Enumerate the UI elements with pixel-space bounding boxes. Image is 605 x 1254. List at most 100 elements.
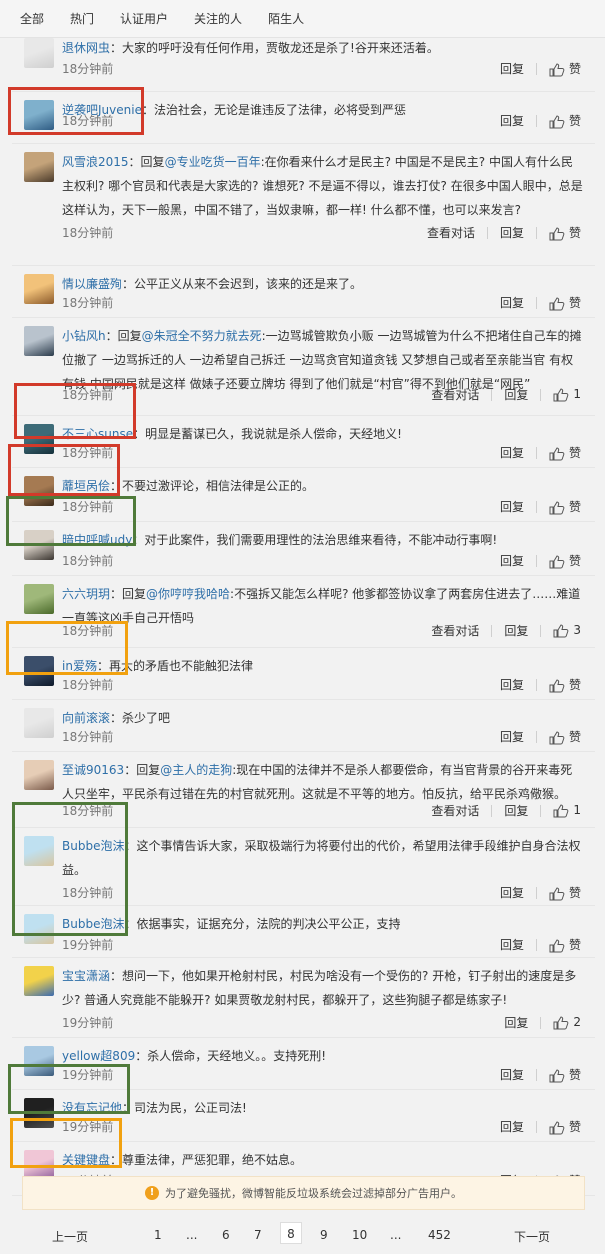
reply-button[interactable]: 回复	[500, 552, 524, 569]
comment-author[interactable]: 向前滚滚	[62, 711, 110, 725]
like-button[interactable]: 赞	[549, 936, 581, 953]
like-button[interactable]: 赞	[549, 552, 581, 569]
comment-author[interactable]: yellow超809	[62, 1049, 135, 1063]
like-button[interactable]: 赞	[549, 60, 581, 77]
divider	[535, 1068, 537, 1081]
tab-hot[interactable]: 热门	[70, 10, 94, 27]
comment-author[interactable]: 小钻风h	[62, 329, 106, 343]
like-button[interactable]: 1	[553, 387, 581, 402]
like-button[interactable]: 1	[553, 803, 581, 818]
mention-link[interactable]: @专业吃货一百年	[165, 155, 261, 169]
like-button[interactable]: 赞	[549, 728, 581, 745]
tab-strangers[interactable]: 陌生人	[268, 10, 304, 27]
avatar[interactable]	[24, 100, 54, 130]
tab-all[interactable]: 全部	[20, 10, 44, 27]
page-link[interactable]: 1	[154, 1228, 162, 1242]
comment-author[interactable]: 蘼垣呙侩	[62, 479, 110, 493]
comment-author[interactable]: 风雪浪2015	[62, 155, 129, 169]
comment-text: ：对于此案件，我们需要用理性的法治思维来看待，不能冲动行事啊!	[132, 533, 498, 547]
reply-button[interactable]: 回复	[500, 60, 524, 77]
avatar[interactable]	[24, 476, 54, 506]
avatar[interactable]	[24, 836, 54, 866]
page-link[interactable]: 452	[428, 1228, 451, 1242]
comment-author[interactable]: 不三心sunse	[62, 427, 133, 441]
comment-author[interactable]: 宝宝潇涵	[62, 969, 110, 983]
avatar[interactable]	[24, 274, 54, 304]
comment-author[interactable]: Bubbe泡沫	[62, 917, 124, 931]
like-count: 赞	[568, 938, 581, 952]
divider	[535, 1120, 537, 1133]
like-button[interactable]: 赞	[549, 676, 581, 693]
view-conversation-button[interactable]: 查看对话	[431, 622, 479, 639]
page-link[interactable]: 7	[254, 1228, 262, 1242]
comment-author[interactable]: 关键键盘	[62, 1153, 110, 1167]
like-button[interactable]: 3	[553, 623, 581, 638]
comment-author[interactable]: 暗中呼喊udy	[62, 533, 132, 547]
mention-link[interactable]: @朱冠全不努力就去死	[142, 329, 262, 343]
avatar[interactable]	[24, 966, 54, 996]
mention-link[interactable]: @主人的走狗	[160, 763, 232, 777]
comment-author[interactable]: 六六玥玥	[62, 587, 110, 601]
comment-time: 18分钟前	[62, 114, 114, 128]
like-button[interactable]: 赞	[549, 112, 581, 129]
like-button[interactable]: 2	[553, 1015, 581, 1030]
reply-button[interactable]: 回复	[504, 622, 528, 639]
avatar[interactable]	[24, 656, 54, 686]
comment-author[interactable]: Bubbe泡沫	[62, 839, 124, 853]
prev-page-button[interactable]: 上一页	[52, 1228, 88, 1245]
thumbs-up-icon	[549, 678, 565, 692]
reply-button[interactable]: 回复	[500, 444, 524, 461]
page-link[interactable]: 6	[222, 1228, 230, 1242]
reply-button[interactable]: 回复	[500, 112, 524, 129]
reply-button[interactable]: 回复	[500, 1066, 524, 1083]
reply-button[interactable]: 回复	[500, 676, 524, 693]
next-page-button[interactable]: 下一页	[514, 1228, 550, 1245]
comment-time: 18分钟前	[62, 554, 114, 568]
reply-button[interactable]: 回复	[504, 386, 528, 403]
reply-button[interactable]: 回复	[500, 884, 524, 901]
comment-author[interactable]: in爱殇	[62, 659, 97, 673]
view-conversation-button[interactable]: 查看对话	[431, 386, 479, 403]
avatar[interactable]	[24, 152, 54, 182]
divider	[540, 804, 542, 817]
reply-button[interactable]: 回复	[500, 294, 524, 311]
like-button[interactable]: 赞	[549, 1066, 581, 1083]
comment-author[interactable]: 没有忘记他	[62, 1101, 122, 1115]
like-button[interactable]: 赞	[549, 294, 581, 311]
reply-button[interactable]: 回复	[504, 802, 528, 819]
like-button[interactable]: 赞	[549, 1118, 581, 1135]
avatar[interactable]	[24, 584, 54, 614]
tab-verified[interactable]: 认证用户	[120, 10, 168, 27]
view-conversation-button[interactable]: 查看对话	[431, 802, 479, 819]
like-button[interactable]: 赞	[549, 224, 581, 241]
avatar[interactable]	[24, 708, 54, 738]
comment-text: ：明显是蓄谋已久，我说就是杀人偿命，天经地义!	[133, 427, 402, 441]
page-link[interactable]: 10	[352, 1228, 367, 1242]
avatar[interactable]	[24, 424, 54, 454]
comment-author[interactable]: 至诚90163	[62, 763, 124, 777]
avatar[interactable]	[24, 1098, 54, 1128]
avatar[interactable]	[24, 1046, 54, 1076]
mention-link[interactable]: @你哼哼我哈哈	[146, 587, 230, 601]
page-link[interactable]: 9	[320, 1228, 328, 1242]
reply-button[interactable]: 回复	[500, 728, 524, 745]
reply-button[interactable]: 回复	[500, 936, 524, 953]
like-button[interactable]: 赞	[549, 498, 581, 515]
like-button[interactable]: 赞	[549, 884, 581, 901]
reply-button[interactable]: 回复	[500, 224, 524, 241]
avatar[interactable]	[24, 914, 54, 944]
reply-button[interactable]: 回复	[500, 498, 524, 515]
reply-button[interactable]: 回复	[500, 1118, 524, 1135]
avatar[interactable]	[24, 38, 54, 68]
comment-author[interactable]: 退休网虫	[62, 41, 110, 55]
tab-following[interactable]: 关注的人	[194, 10, 242, 27]
like-button[interactable]: 赞	[549, 444, 581, 461]
reply-button[interactable]: 回复	[504, 1014, 528, 1031]
avatar[interactable]	[24, 760, 54, 790]
avatar[interactable]	[24, 326, 54, 356]
comment-text: ：依据事实，证据充分，法院的判决公平公正，支持	[124, 917, 401, 931]
comment-time: 18分钟前	[62, 886, 114, 900]
comment-author[interactable]: 情以廉盛殉	[62, 277, 122, 291]
avatar[interactable]	[24, 530, 54, 560]
view-conversation-button[interactable]: 查看对话	[427, 224, 475, 241]
